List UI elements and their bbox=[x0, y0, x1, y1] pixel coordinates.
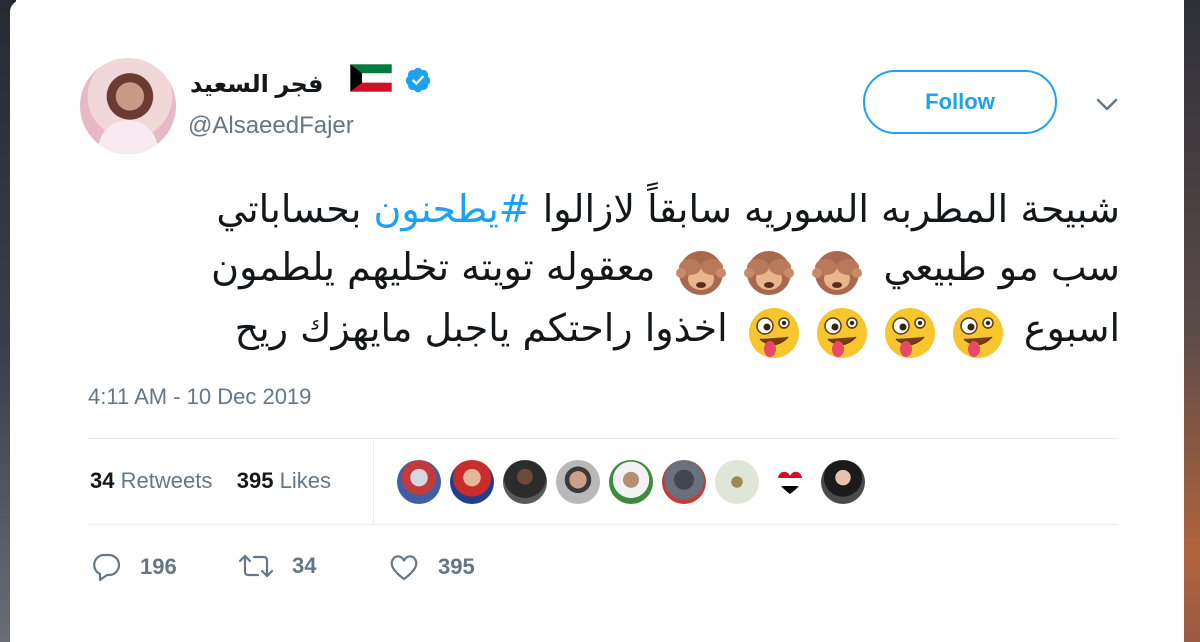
see-no-evil-monkey-icon bbox=[812, 251, 863, 296]
liker-avatar[interactable] bbox=[662, 460, 706, 504]
likes-count: 395 bbox=[236, 468, 274, 493]
liker-avatar[interactable] bbox=[556, 460, 600, 504]
retweet-count: 34 bbox=[292, 553, 317, 578]
tweet-text: شبيحة المطربه السوريه سابقاً لازالوا #يط… bbox=[160, 180, 1120, 361]
retweets-label: Retweets bbox=[120, 468, 213, 493]
liker-avatar[interactable] bbox=[503, 460, 547, 504]
retweet-action[interactable]: 34 bbox=[238, 552, 316, 580]
see-no-evil-monkey-icon bbox=[676, 251, 727, 296]
see-no-evil-monkey-icon bbox=[744, 251, 795, 296]
tweet-text-segment: معقوله تويته تخليهم يلطمون bbox=[211, 245, 656, 289]
retweet-icon bbox=[238, 554, 274, 578]
zany-face-icon bbox=[748, 307, 799, 358]
likes-stat[interactable]: 395 Likes bbox=[237, 468, 331, 493]
kuwait-flag-icon bbox=[350, 64, 392, 92]
heart-flag-icon bbox=[777, 471, 803, 495]
like-action[interactable]: 395 bbox=[388, 552, 475, 582]
tweet-line-1: شبيحة المطربه السوريه سابقاً لازالوا #يط… bbox=[160, 180, 1120, 238]
divider bbox=[88, 524, 1118, 525]
liker-avatar[interactable] bbox=[609, 460, 653, 504]
engagement-stats: 34 Retweets 395 Likes bbox=[90, 468, 331, 494]
stats-divider bbox=[373, 440, 374, 524]
zany-face-icon bbox=[816, 307, 867, 358]
background-right-edge bbox=[1184, 0, 1200, 642]
tweet-text-segment: اخذوا راحتكم ياجبل مايهزك ريح bbox=[234, 306, 728, 351]
divider bbox=[88, 438, 1118, 439]
tweet-text-segment: بحساباتي bbox=[216, 187, 374, 231]
retweets-count: 34 bbox=[90, 468, 115, 493]
tweet-timestamp[interactable]: 4:11 AM - 10 Dec 2019 bbox=[88, 384, 311, 410]
author-handle[interactable]: @AlsaeedFajer bbox=[188, 112, 354, 140]
liker-avatar[interactable] bbox=[397, 460, 441, 504]
follow-button[interactable]: Follow bbox=[863, 70, 1057, 134]
avatar[interactable] bbox=[80, 58, 176, 154]
liker-avatar[interactable] bbox=[821, 460, 865, 504]
liker-avatar[interactable] bbox=[450, 460, 494, 504]
reply-icon bbox=[93, 553, 121, 582]
heart-icon bbox=[390, 555, 418, 581]
hashtag-link[interactable]: #يطحنون bbox=[374, 187, 531, 231]
like-count: 395 bbox=[438, 554, 475, 579]
tweet-text-segment: شبيحة المطربه السوريه سابقاً لازالوا bbox=[530, 187, 1120, 231]
chevron-down-icon[interactable] bbox=[1094, 94, 1120, 114]
tweet-line-3: اسبوع اخذوا راحتكم ياجبل مايهزك ريح bbox=[160, 299, 1120, 360]
tweet-text-segment: اسبوع bbox=[1023, 306, 1120, 351]
verified-badge-icon bbox=[405, 67, 431, 93]
zany-face-icon bbox=[884, 307, 935, 358]
tweet-line-2: سب مو طبيعي معقوله تويته تخليهم يلطمون bbox=[160, 238, 1120, 299]
zany-face-icon bbox=[952, 307, 1003, 358]
reply-action[interactable]: 196 bbox=[90, 552, 177, 582]
tweet-text-segment: سب مو طبيعي bbox=[883, 245, 1120, 289]
reply-count: 196 bbox=[140, 554, 177, 579]
liker-avatar[interactable] bbox=[715, 460, 759, 504]
liker-avatar[interactable] bbox=[768, 460, 812, 504]
likes-label: Likes bbox=[279, 468, 331, 493]
emoji-group bbox=[667, 240, 871, 300]
author-name[interactable]: فجر السعيد bbox=[190, 70, 323, 99]
retweets-stat[interactable]: 34 Retweets bbox=[90, 468, 212, 493]
emoji-group bbox=[740, 301, 1012, 361]
tweet-card: فجر السعيد @AlsaeedFajer Follow شبيحة ال… bbox=[10, 0, 1182, 642]
likers-avatars bbox=[397, 460, 874, 504]
